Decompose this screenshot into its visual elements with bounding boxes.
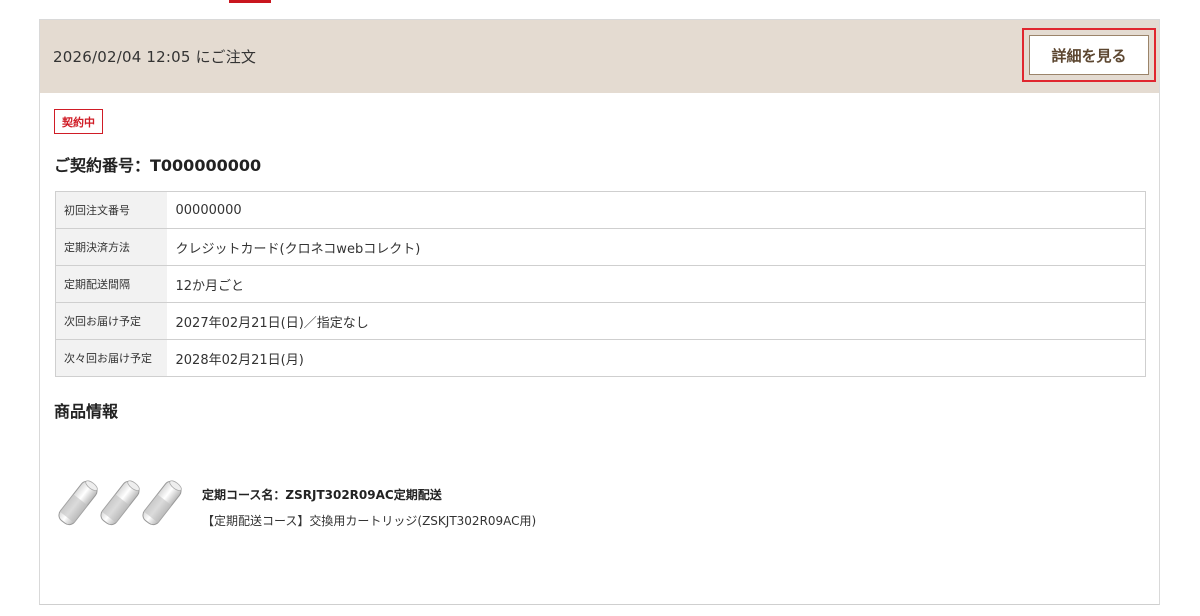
- product-description: 【定期配送コース】交換用カートリッジ(ZSKJT302R09AC用): [202, 514, 537, 528]
- row-label: 次々回お届け予定: [55, 339, 167, 377]
- table-row: 初回注文番号 00000000: [55, 191, 1146, 229]
- contract-info-table: 初回注文番号 00000000 定期決済方法 クレジットカード(クロネコwebコ…: [55, 191, 1146, 377]
- order-header: 2026/02/04 12:05 にご注文 詳細を見る: [40, 20, 1159, 93]
- product-course-name: 定期コース名：ZSRJT302R09AC定期配送: [202, 488, 442, 502]
- table-row: 定期配送間隔 12か月ごと: [55, 265, 1146, 303]
- contract-number-title: ご契約番号：T000000000: [54, 156, 262, 175]
- detail-button-highlight: 詳細を見る: [1022, 28, 1156, 82]
- view-details-button[interactable]: 詳細を見る: [1029, 35, 1149, 75]
- table-row: 次々回お届け予定 2028年02月21日(月): [55, 339, 1146, 377]
- table-row: 定期決済方法 クレジットカード(クロネコwebコレクト): [55, 228, 1146, 266]
- row-label: 定期決済方法: [55, 228, 167, 266]
- row-label: 定期配送間隔: [55, 265, 167, 303]
- row-value: 12か月ごと: [166, 265, 1146, 303]
- row-value: クレジットカード(クロネコwebコレクト): [166, 228, 1146, 266]
- order-date: 2026/02/04 12:05 にご注文: [53, 48, 257, 66]
- status-badge: 契約中: [54, 109, 103, 134]
- row-value: 2027年02月21日(日)／指定なし: [166, 302, 1146, 340]
- table-row: 次回お届け予定 2027年02月21日(日)／指定なし: [55, 302, 1146, 340]
- product-section-title: 商品情報: [54, 402, 119, 421]
- row-label: 次回お届け予定: [55, 302, 167, 340]
- order-card: 2026/02/04 12:05 にご注文 詳細を見る 契約中 ご契約番号：T0…: [39, 19, 1160, 605]
- active-tab-indicator: [229, 0, 271, 3]
- cartridge-set-icon: [58, 480, 182, 526]
- row-value: 00000000: [166, 191, 1146, 229]
- row-label: 初回注文番号: [55, 191, 167, 229]
- row-value: 2028年02月21日(月): [175, 352, 304, 368]
